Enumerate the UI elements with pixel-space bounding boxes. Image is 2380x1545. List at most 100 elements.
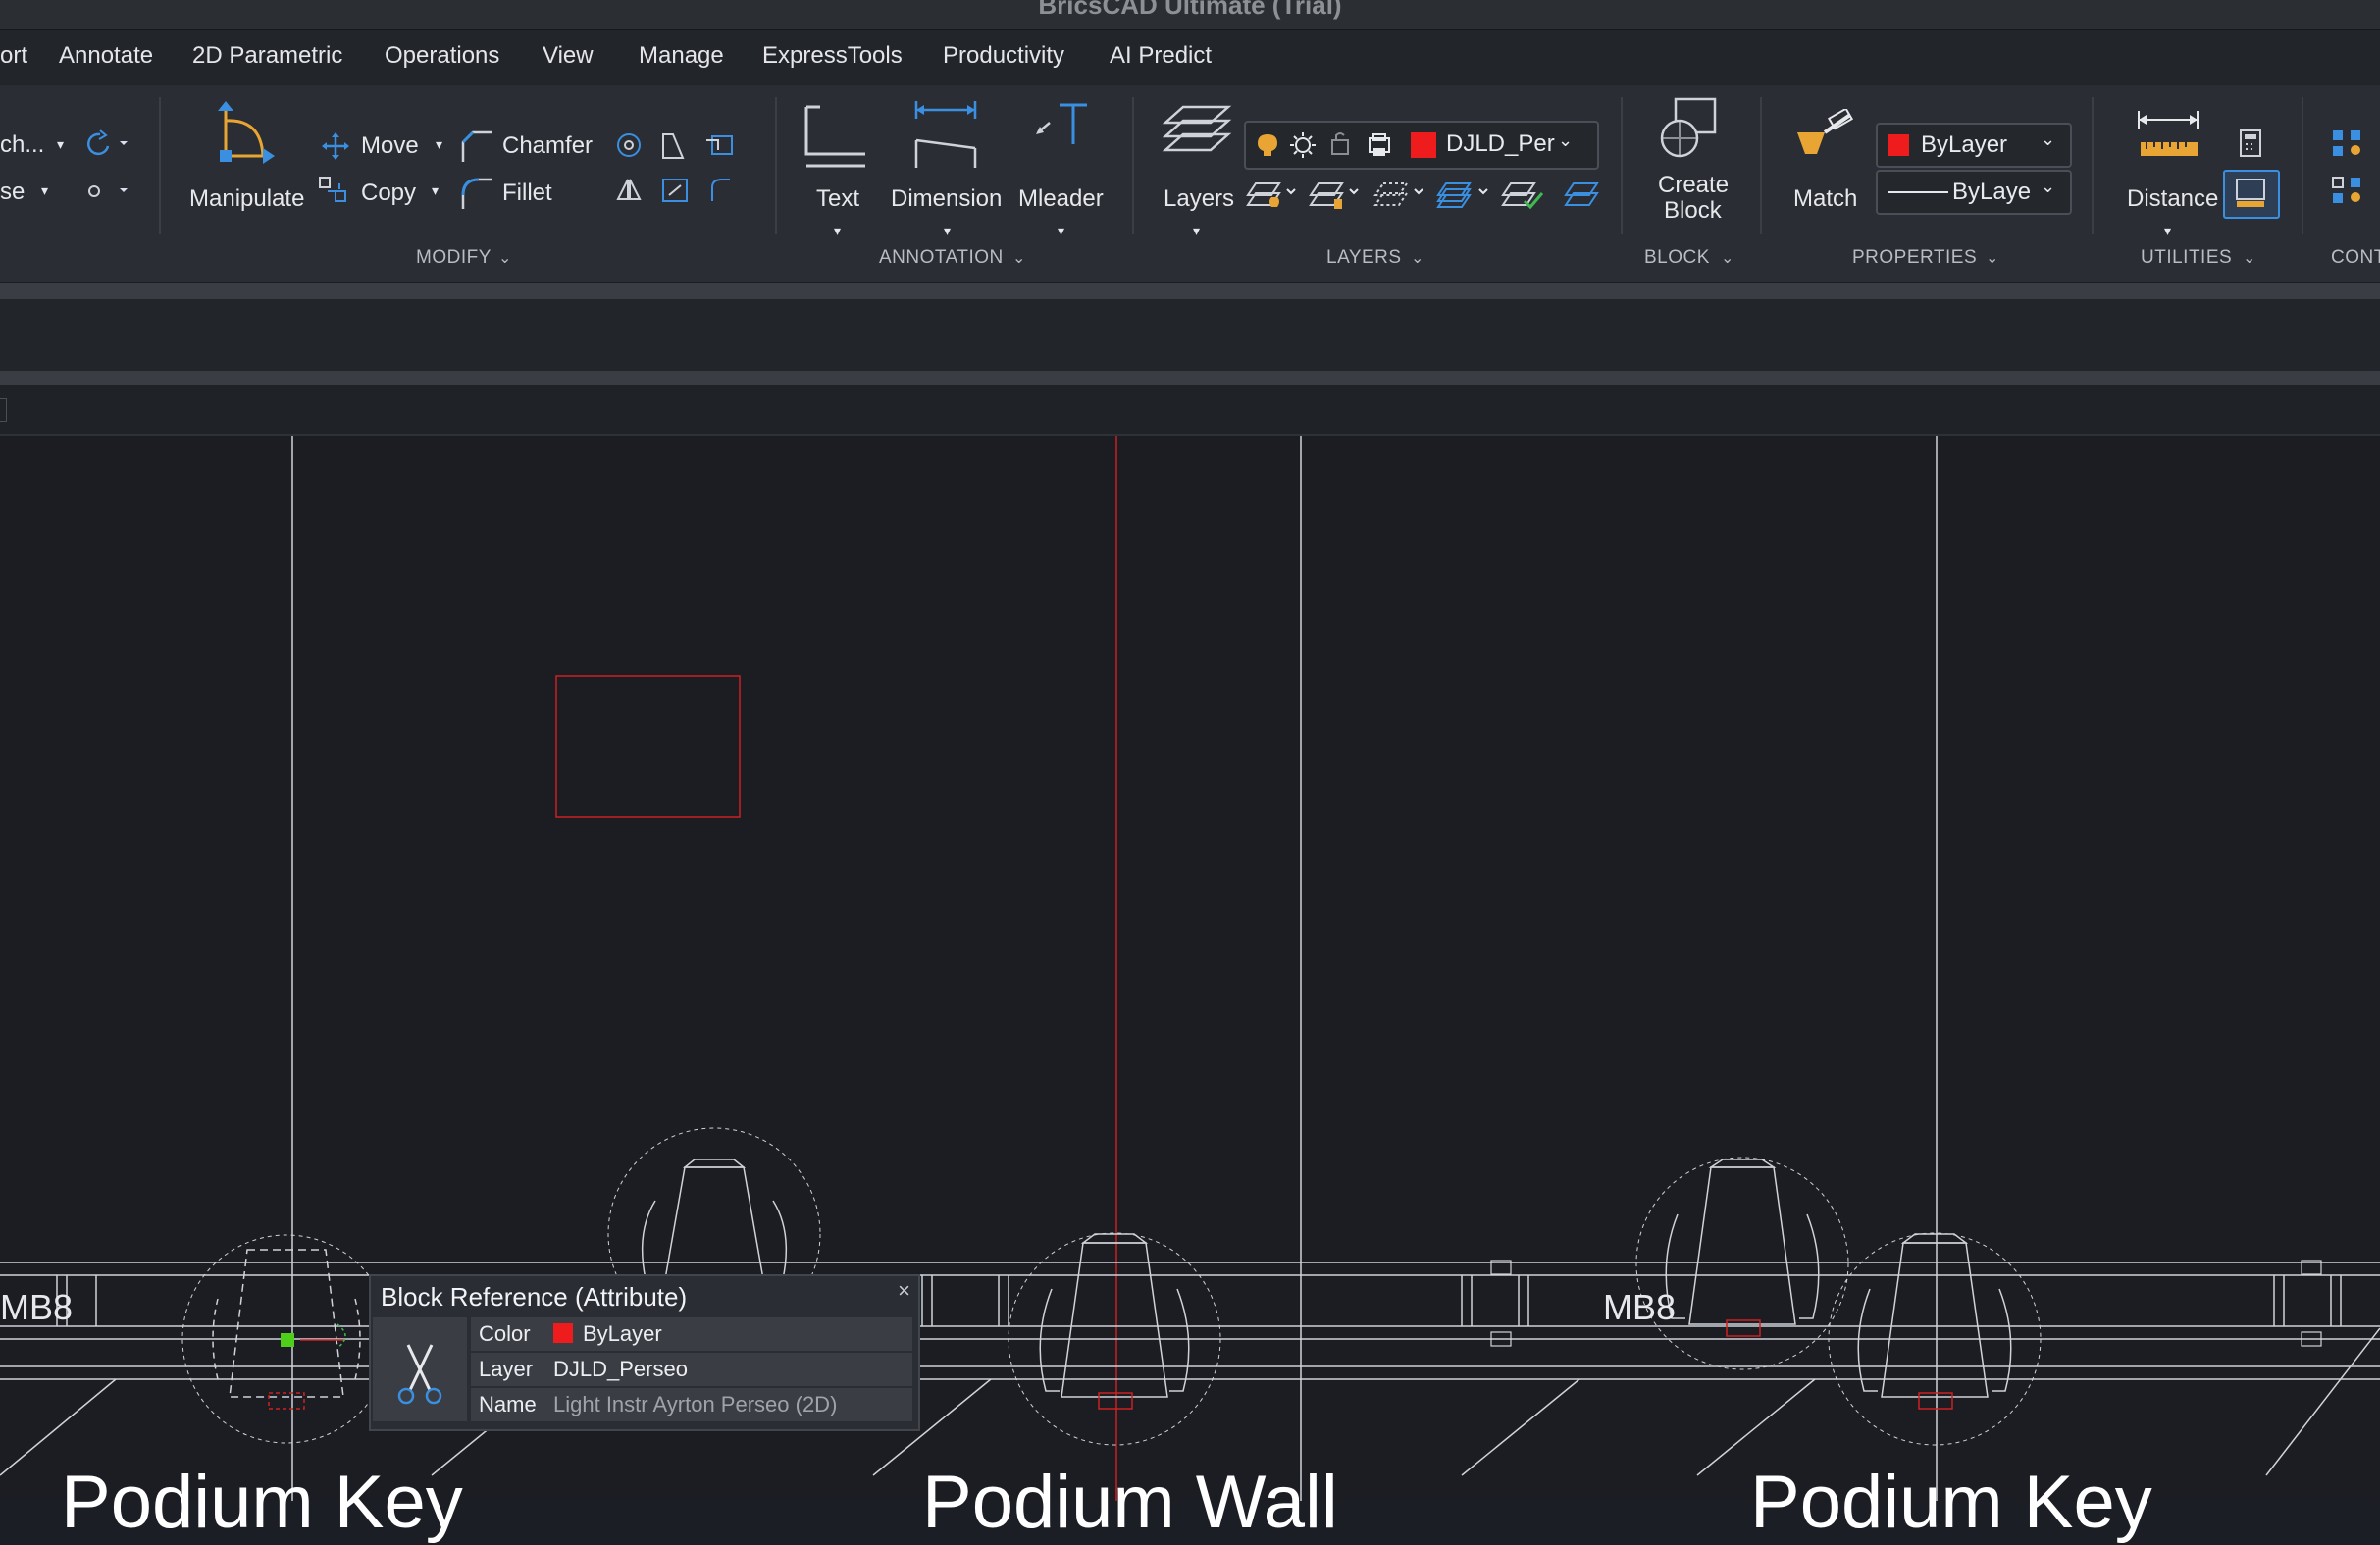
menu-productivity[interactable]: Productivity xyxy=(943,42,1064,70)
chevron-down-icon: ⌄ xyxy=(2041,177,2056,196)
ribbon-separator xyxy=(2092,97,2094,234)
chevron-down-icon[interactable]: ⌄ xyxy=(1012,248,1026,268)
drawing-canvas[interactable]: MB8 MB8 Podium Key Podium Wall Podium Ke… xyxy=(0,436,2380,1544)
block-reference-quad-tooltip[interactable]: Block Reference (Attribute) × Color ByLa… xyxy=(369,1274,920,1431)
mleader-button[interactable]: Mleader xyxy=(1018,185,1104,213)
truss-label-mb8-right: MB8 xyxy=(1603,1287,1677,1327)
manipulate-icon[interactable] xyxy=(214,99,285,170)
create-block-icon[interactable] xyxy=(1658,95,1721,160)
measure-tool-button[interactable] xyxy=(2223,170,2280,219)
menu-annotate[interactable]: Annotate xyxy=(59,42,153,70)
fillet-icon[interactable] xyxy=(457,174,496,213)
menu-import[interactable]: ort xyxy=(0,42,27,70)
chevron-down-icon[interactable]: ⌄ xyxy=(1411,248,1424,268)
tooltip-row-color[interactable]: Color ByLayer xyxy=(471,1317,912,1351)
match-button[interactable]: Match xyxy=(1793,185,1857,213)
measure-icon xyxy=(2236,179,2265,207)
menu-view[interactable]: View xyxy=(543,42,594,70)
circle-icon[interactable] xyxy=(82,181,141,205)
tooltip-title: Block Reference (Attribute) xyxy=(381,1282,688,1312)
menu-2d-parametric[interactable]: 2D Parametric xyxy=(192,42,342,70)
contents-panel-label[interactable]: CONT xyxy=(2331,247,2380,269)
mleader-icon[interactable] xyxy=(1030,101,1093,164)
scissors-icon xyxy=(397,1344,442,1405)
calculator-icon[interactable] xyxy=(2237,129,2264,160)
cut-tool-label-2[interactable]: se xyxy=(0,179,25,206)
layers-button[interactable]: Layers xyxy=(1164,185,1234,213)
chevron-down-icon[interactable]: ▾ xyxy=(834,223,841,239)
distance-icon[interactable] xyxy=(2135,107,2203,166)
ribbon: ch... ▾ se ▾ Manipulate Move ▾ Copy ▾ Ch… xyxy=(0,85,2380,283)
chevron-down-icon[interactable]: ▾ xyxy=(1193,223,1200,239)
menu-ai-predict[interactable]: AI Predict xyxy=(1110,42,1212,70)
menu-operations[interactable]: Operations xyxy=(385,42,499,70)
create-block-label-2[interactable]: Block xyxy=(1664,197,1722,225)
linetype-sample xyxy=(1888,191,1948,193)
modify-panel-label[interactable]: MODIFY xyxy=(416,247,492,269)
app-title: BricsCAD Ultimate (Trial) xyxy=(1038,0,1342,20)
close-icon[interactable]: × xyxy=(898,1278,910,1304)
empty-toolbar-area xyxy=(0,299,2380,371)
rotate-icon[interactable] xyxy=(78,129,137,158)
chevron-down-icon[interactable]: ▾ xyxy=(41,182,48,199)
chamfer-button[interactable]: Chamfer xyxy=(502,132,593,160)
menu-expresstools[interactable]: ExpressTools xyxy=(762,42,903,70)
dimension-button[interactable]: Dimension xyxy=(891,185,1002,213)
layer-dropdown[interactable]: DJLD_Per ⌄ xyxy=(1244,121,1599,170)
linetype-dropdown[interactable]: ByLaye ⌄ xyxy=(1876,170,2072,215)
grip-point[interactable] xyxy=(281,1333,294,1347)
create-block-label-1[interactable]: Create xyxy=(1658,172,1729,199)
color-value: ByLayer xyxy=(583,1321,662,1346)
move-button[interactable]: Move xyxy=(361,132,419,160)
chevron-down-icon: ⌄ xyxy=(1558,130,1574,150)
cad-geometry[interactable] xyxy=(0,436,2380,1501)
distance-button[interactable]: Distance xyxy=(2127,185,2218,213)
annotation-panel-label[interactable]: ANNOTATION xyxy=(879,247,1004,269)
ribbon-bottom-band xyxy=(0,283,2380,299)
layer-tools-icons[interactable] xyxy=(1246,176,1599,215)
tooltip-row-name[interactable]: Name Light Instr Ayrton Perseo (2D) xyxy=(471,1388,912,1421)
chevron-down-icon[interactable]: ▾ xyxy=(432,182,439,199)
menu-manage[interactable]: Manage xyxy=(639,42,724,70)
chevron-down-icon[interactable]: ▾ xyxy=(1058,223,1064,239)
chevron-down-icon[interactable]: ⌄ xyxy=(2243,248,2256,268)
ribbon-separator xyxy=(775,97,777,234)
toolbar-band xyxy=(0,371,2380,385)
utilities-panel-label[interactable]: UTILITIES xyxy=(2141,247,2232,269)
manipulate-button[interactable]: Manipulate xyxy=(189,185,304,213)
tooltip-icon-area xyxy=(373,1317,467,1421)
cut-tool-label-1[interactable]: ch... xyxy=(0,131,44,159)
copy-button[interactable]: Copy xyxy=(361,180,416,207)
chevron-down-icon[interactable]: ▾ xyxy=(2164,223,2171,239)
document-tab-bar[interactable] xyxy=(0,385,2380,436)
current-layer-name: DJLD_Per xyxy=(1446,130,1555,157)
properties-panel-label[interactable]: PROPERTIES xyxy=(1852,247,1977,269)
block-panel-label[interactable]: BLOCK xyxy=(1644,247,1710,269)
color-dropdown[interactable]: ByLayer ⌄ xyxy=(1876,123,2072,168)
chevron-down-icon[interactable]: ⌄ xyxy=(498,248,512,268)
layer-color-swatch xyxy=(1411,132,1436,158)
text-icon[interactable] xyxy=(801,101,873,172)
contents-icons[interactable] xyxy=(2325,127,2380,215)
dimension-icon[interactable] xyxy=(908,97,983,172)
copy-icon[interactable] xyxy=(316,174,353,207)
tab-edge[interactable] xyxy=(0,398,7,422)
modify-small-tools-icons[interactable] xyxy=(612,129,746,223)
fillet-button[interactable]: Fillet xyxy=(502,180,552,207)
match-properties-icon[interactable] xyxy=(1791,109,1856,166)
layer-state-icons xyxy=(1258,132,1390,158)
color-key: Color xyxy=(479,1321,531,1346)
layers-panel-label[interactable]: LAYERS xyxy=(1326,247,1402,269)
chevron-down-icon[interactable]: ▾ xyxy=(57,136,64,153)
podium-wall-text: Podium Wall xyxy=(922,1461,1338,1544)
text-button[interactable]: Text xyxy=(816,185,859,213)
move-icon[interactable] xyxy=(320,130,351,162)
chevron-down-icon[interactable]: ▾ xyxy=(944,223,951,239)
layers-icon[interactable] xyxy=(1162,101,1232,164)
chevron-down-icon[interactable]: ⌄ xyxy=(1721,248,1734,268)
chevron-down-icon[interactable]: ▾ xyxy=(436,136,442,153)
chevron-down-icon[interactable]: ⌄ xyxy=(1986,248,1999,268)
tooltip-row-layer[interactable]: Layer DJLD_Perseo xyxy=(471,1353,912,1386)
chamfer-icon[interactable] xyxy=(457,127,496,166)
name-key: Name xyxy=(479,1392,537,1416)
